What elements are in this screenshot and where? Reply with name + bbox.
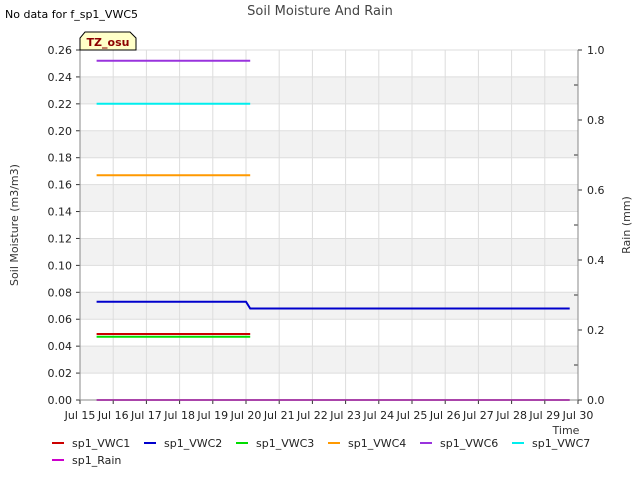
x-tick-label: Jul 26 xyxy=(429,409,461,422)
x-tick-label: Jul 21 xyxy=(263,409,295,422)
x-tick-label: Jul 15 xyxy=(64,409,96,422)
soil-moisture-chart: 0.00 0.02 0.04 0.06 0.08 0.10 0.12 0.14 0.16 0.18… xyxy=(5,4,633,467)
x-tick-label: Jul 28 xyxy=(495,409,527,422)
y-tick-label: 0.10 xyxy=(48,259,73,272)
y-tick-label: 0.06 xyxy=(48,313,73,326)
plot-band xyxy=(80,346,578,374)
site-badge-label: TZ_osu xyxy=(87,36,130,49)
legend-label: sp1_Rain xyxy=(72,454,121,467)
y-tick-label: 0.26 xyxy=(48,44,73,57)
plot-band xyxy=(80,76,578,104)
legend-item: sp1_Rain xyxy=(52,454,121,467)
legend-label: sp1_VWC7 xyxy=(532,437,590,450)
y-tick-label: 0.18 xyxy=(48,152,73,165)
x-tick-label: Jul 25 xyxy=(396,409,428,422)
legend: sp1_VWC1 sp1_VWC2 sp1_VWC3 sp1_VWC4 sp1_VWC6… xyxy=(52,437,590,467)
y2-tick-label: 0.6 xyxy=(587,184,605,197)
x-tick-label: Jul 23 xyxy=(329,409,361,422)
site-badge: TZ_osu xyxy=(79,31,137,51)
legend-item: sp1_VWC3 xyxy=(236,437,314,450)
y2-tick-label: 0.2 xyxy=(587,324,605,337)
no-data-note: No data for f_sp1_VWC5 xyxy=(5,8,138,21)
y-tick-label: 0.24 xyxy=(48,71,73,84)
legend-label: sp1_VWC4 xyxy=(348,437,406,450)
y-tick-label: 0.08 xyxy=(48,286,73,299)
y-tick-label: 0.14 xyxy=(48,206,73,219)
x-tick-label: Jul 27 xyxy=(462,409,494,422)
x-tick-label: Jul 22 xyxy=(296,409,328,422)
plot-bands xyxy=(80,76,578,374)
chart-title: Soil Moisture And Rain xyxy=(247,4,393,19)
y-tick-label: 0.00 xyxy=(48,394,73,407)
y2-axis-label: Rain (mm) xyxy=(620,196,633,254)
y2-tick-label: 0.0 xyxy=(587,394,605,407)
y-tick-label: 0.02 xyxy=(48,367,73,380)
legend-item: sp1_VWC2 xyxy=(144,437,222,450)
plot-band xyxy=(80,292,578,320)
plot-band xyxy=(80,238,578,266)
x-tick-label: Jul 24 xyxy=(362,409,394,422)
legend-label: sp1_VWC6 xyxy=(440,437,498,450)
y-tick-label: 0.16 xyxy=(48,179,73,192)
y-tick-label: 0.22 xyxy=(48,98,73,111)
x-tick-label: Jul 18 xyxy=(163,409,195,422)
legend-item: sp1_VWC7 xyxy=(512,437,590,450)
y2-tick-label: 1.0 xyxy=(587,44,605,57)
legend-item: sp1_VWC4 xyxy=(328,437,406,450)
y2-tick-label: 0.4 xyxy=(587,254,605,267)
y-tick-label: 0.12 xyxy=(48,232,73,245)
x-tick-label: Jul 16 xyxy=(97,409,129,422)
x-tick-label: Jul 30 xyxy=(562,409,594,422)
x-tick-label: Jul 29 xyxy=(528,409,560,422)
legend-label: sp1_VWC3 xyxy=(256,437,314,450)
x-tick-label: Jul 19 xyxy=(196,409,228,422)
x-axis-label: Time xyxy=(552,424,580,437)
legend-label: sp1_VWC2 xyxy=(164,437,222,450)
plot-band xyxy=(80,184,578,212)
y2-tick-label: 0.8 xyxy=(587,114,605,127)
chart-stage: 0.00 0.02 0.04 0.06 0.08 0.10 0.12 0.14 0.16 0.18… xyxy=(0,0,640,480)
x-tick-label: Jul 20 xyxy=(230,409,262,422)
legend-item: sp1_VWC6 xyxy=(420,437,498,450)
y-tick-label: 0.20 xyxy=(48,125,73,138)
legend-label: sp1_VWC1 xyxy=(72,437,130,450)
x-tick-label: Jul 17 xyxy=(130,409,162,422)
y-axis-label: Soil Moisture (m3/m3) xyxy=(8,164,21,286)
plot-band xyxy=(80,130,578,158)
legend-item: sp1_VWC1 xyxy=(52,437,130,450)
y-tick-label: 0.04 xyxy=(48,340,73,353)
